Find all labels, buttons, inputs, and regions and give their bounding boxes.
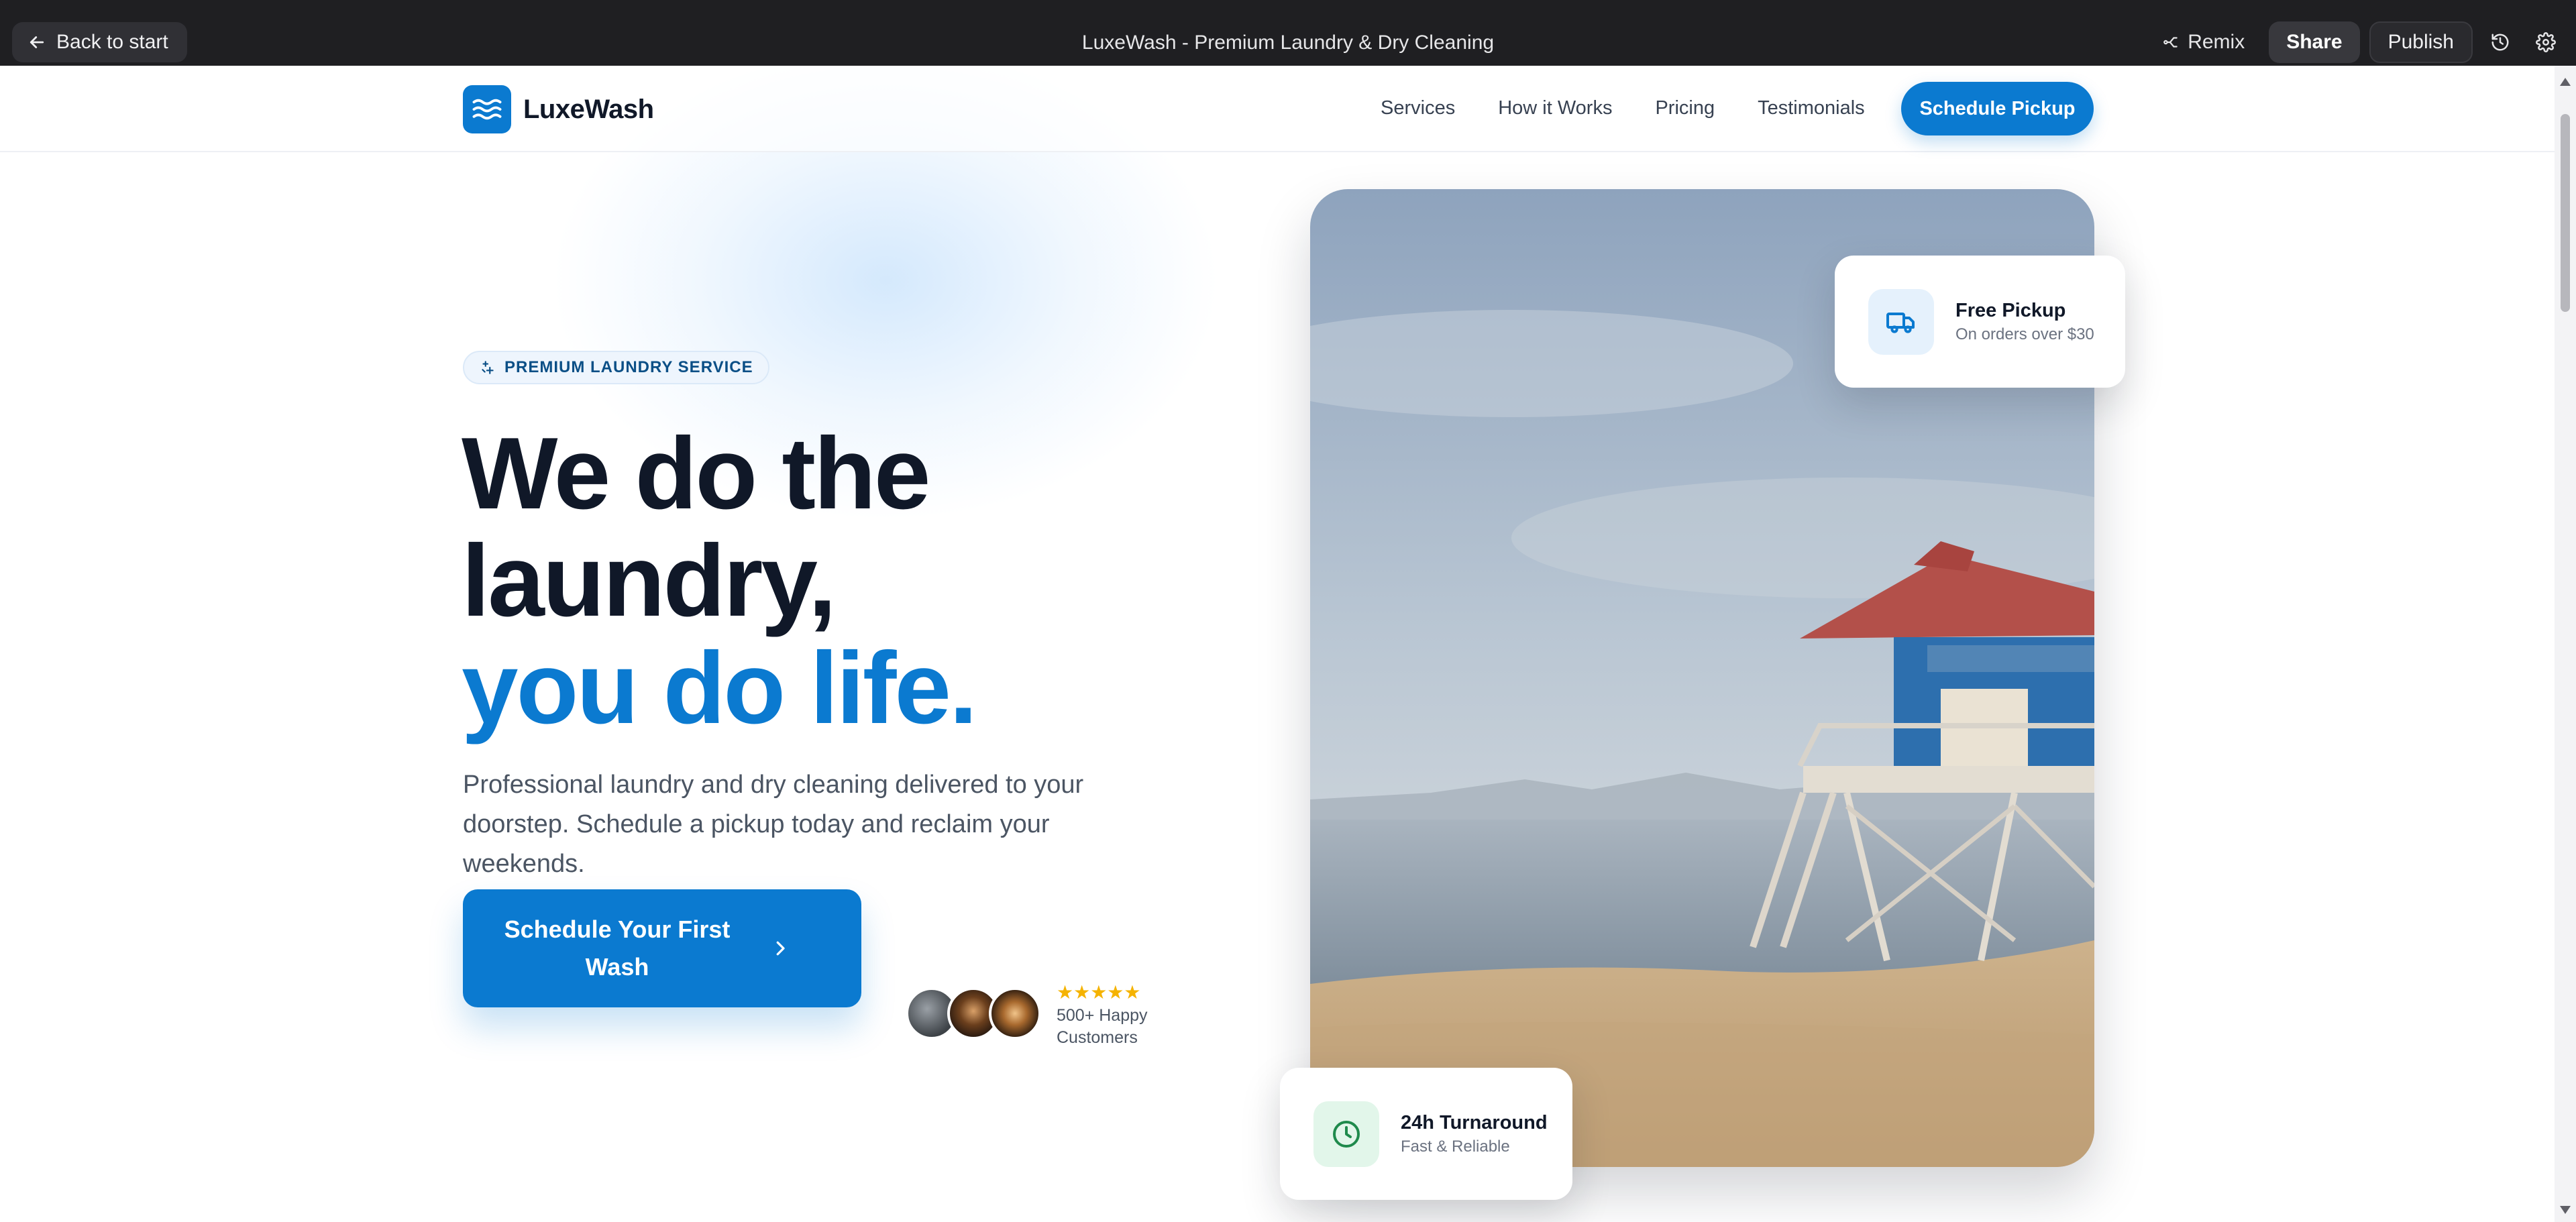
hero-title: We do the laundry, you do life.	[462, 420, 1199, 742]
schedule-first-wash-button[interactable]: Schedule Your First Wash	[463, 889, 861, 1007]
turnaround-card: 24h Turnaround Fast & Reliable	[1280, 1068, 1572, 1200]
hero-title-line-1: We do the	[462, 416, 930, 531]
truck-icon	[1886, 312, 1915, 333]
history-button[interactable]	[2482, 21, 2518, 63]
badge-label: PREMIUM LAUNDRY SERVICE	[504, 358, 753, 376]
schedule-pickup-button[interactable]: Schedule Pickup	[1901, 82, 2094, 135]
hero-subtitle: Professional laundry and dry cleaning de…	[463, 771, 1084, 878]
history-icon	[2491, 34, 2509, 51]
nav-link-services[interactable]: Services	[1381, 95, 1455, 121]
scroll-down-icon[interactable]	[2560, 1206, 2571, 1214]
clock-icon-badge	[1313, 1101, 1379, 1167]
nav-link-testimonials[interactable]: Testimonials	[1758, 95, 1865, 121]
waves-icon	[472, 99, 502, 120]
free-pickup-card: Free Pickup On orders over $30	[1835, 256, 2125, 388]
star-rating-icon: ★★★★★	[1057, 982, 1141, 1003]
gear-icon	[2536, 32, 2556, 52]
sparkle-icon	[482, 361, 494, 374]
avatar	[989, 987, 1041, 1040]
remix-label: Remix	[2188, 31, 2245, 53]
customer-rating: ★★★★★ 500+ Happy Customers	[1057, 983, 1164, 1049]
remix-icon	[2163, 37, 2178, 48]
page-viewport: LuxeWash Services How it Works Pricing T…	[0, 66, 2555, 1222]
page-scrollbar[interactable]	[2555, 66, 2576, 1222]
free-pickup-text: Free Pickup On orders over $30	[1955, 298, 2094, 346]
hero-title-accent: you do life.	[462, 631, 977, 745]
settings-button[interactable]	[2528, 21, 2564, 63]
free-pickup-title: Free Pickup	[1955, 299, 2066, 321]
nav-links: Services How it Works Pricing Testimonia…	[1381, 95, 1908, 121]
nav-link-how-it-works[interactable]: How it Works	[1498, 95, 1612, 121]
brand-logo[interactable]: LuxeWash	[463, 85, 654, 133]
chevron-right-icon	[776, 941, 785, 956]
share-button[interactable]: Share	[2269, 21, 2360, 63]
rating-text: 500+ Happy Customers	[1057, 1006, 1148, 1047]
scrollbar-thumb[interactable]	[2561, 114, 2570, 312]
editor-actions: Remix Share Publish	[2147, 21, 2564, 63]
turnaround-subtitle: Fast & Reliable	[1401, 1137, 1510, 1156]
schedule-first-wash-label: Schedule Your First Wash	[504, 915, 731, 981]
clock-icon	[1333, 1120, 1360, 1148]
premium-badge: PREMIUM LAUNDRY SERVICE	[463, 351, 769, 384]
turnaround-title: 24h Turnaround	[1401, 1111, 1548, 1133]
hero-title-line-2: laundry,	[462, 524, 837, 638]
nav-link-pricing[interactable]: Pricing	[1655, 95, 1715, 121]
editor-topbar: Back to start LuxeWash - Premium Laundry…	[0, 0, 2576, 66]
logo-mark	[463, 85, 511, 133]
site-navbar: LuxeWash Services How it Works Pricing T…	[0, 66, 2555, 152]
free-pickup-subtitle: On orders over $30	[1955, 325, 2094, 343]
publish-button[interactable]: Publish	[2369, 21, 2473, 63]
brand-name: LuxeWash	[523, 94, 654, 124]
scroll-up-icon[interactable]	[2560, 78, 2571, 86]
customer-avatars	[906, 987, 1041, 1040]
truck-icon-badge	[1868, 288, 1934, 355]
turnaround-text: 24h Turnaround Fast & Reliable	[1401, 1110, 1548, 1158]
remix-button[interactable]: Remix	[2147, 21, 2259, 63]
